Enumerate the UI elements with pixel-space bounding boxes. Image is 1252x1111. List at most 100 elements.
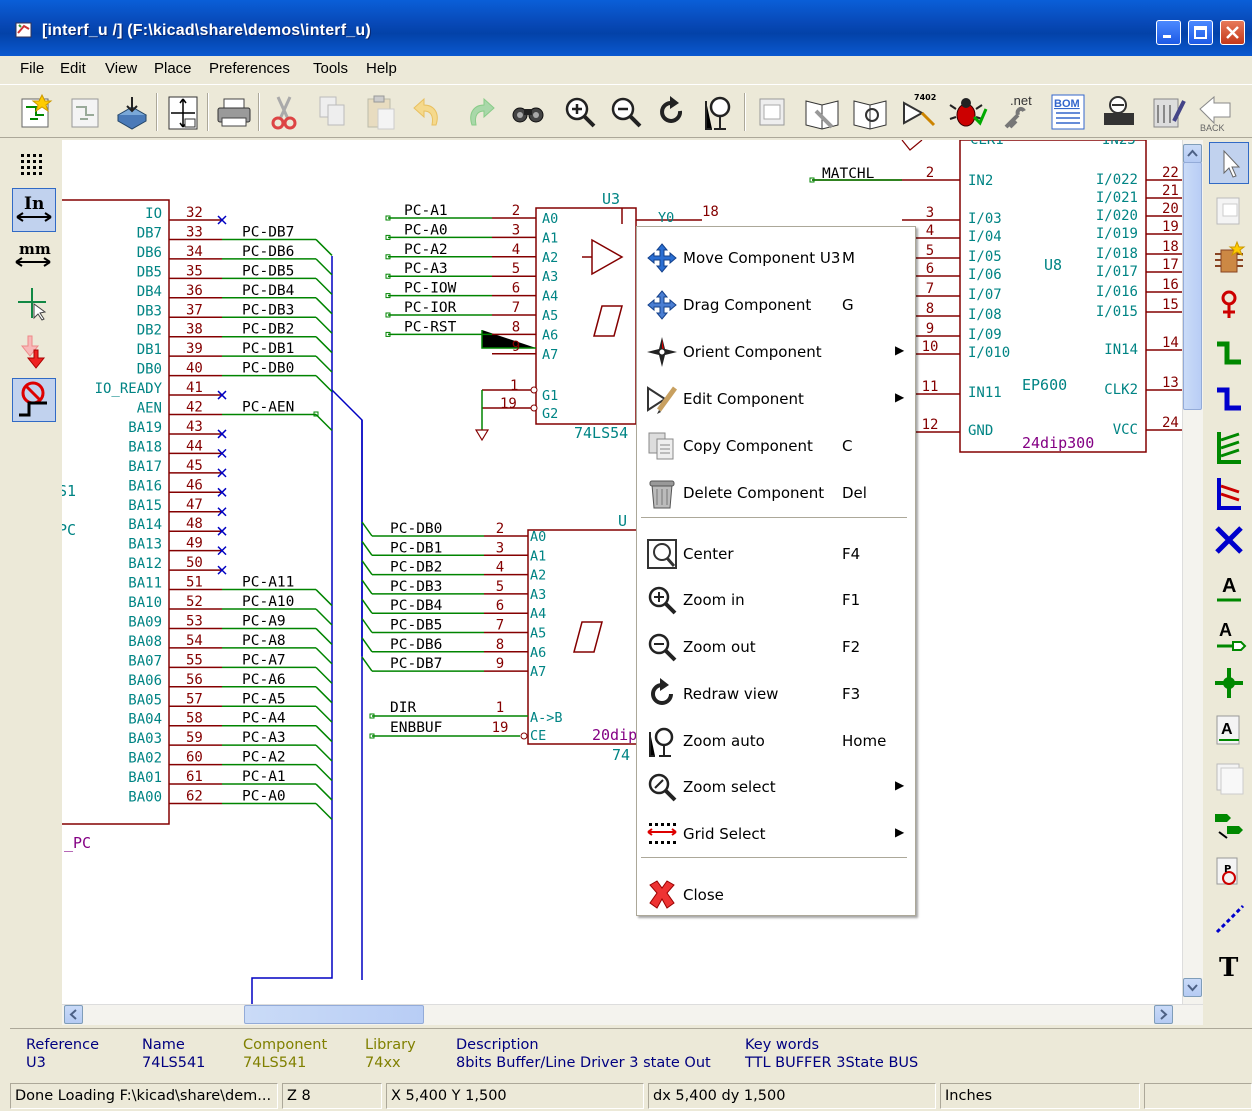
copy-button[interactable] [312,91,352,133]
zoom-out-button[interactable] [606,91,646,133]
vertical-scroll-thumb[interactable] [1183,162,1202,410]
scroll-left-button[interactable] [64,1005,83,1024]
connector-pin-name: BA02 [128,751,162,767]
sheet-pin-icon: P [1216,857,1238,885]
menu-item-zoom-select[interactable]: Zoom select ▶ [637,764,915,808]
find-button[interactable] [508,91,548,133]
horizontal-scrollbar[interactable] [62,1004,1203,1025]
draw-graphic-line-button[interactable] [1209,898,1249,940]
menu-item-move-component-u3[interactable]: Move Component U3 M [637,235,915,279]
library-icon [759,98,785,126]
redo-button[interactable] [460,91,500,133]
zoom-in-button[interactable] [560,91,600,133]
place-junction-button[interactable] [1209,662,1249,704]
paste-button[interactable] [360,91,400,133]
menu-item-delete-component[interactable]: Delete Component Del [637,470,915,514]
undo-button[interactable] [408,91,448,133]
place-hier-label-button[interactable]: A [1209,710,1249,752]
bus-to-bus-button[interactable] [1209,472,1249,514]
module-editor-button[interactable] [850,91,890,133]
close-window-button[interactable] [1220,20,1245,45]
new-hierarchy-button[interactable] [66,91,106,133]
scroll-up-button[interactable] [1183,144,1202,163]
hidden-pins-button[interactable] [12,330,56,374]
import-sheet-pin-button[interactable] [1209,804,1249,846]
menu-item-orient-component[interactable]: Orient Component ▶ [637,329,915,373]
back-button[interactable]: BACK [1196,91,1236,133]
place-sheet-button[interactable] [1209,756,1249,798]
u-lower-pin-number: 4 [496,560,504,576]
zoom-auto-button[interactable] [698,91,738,133]
net-label: PC-A2 [404,242,448,258]
menu-file[interactable]: File [20,60,44,77]
library-editor-button[interactable] [752,91,792,133]
bus-wire-orient-button[interactable] [12,378,56,422]
menu-view[interactable]: View [105,60,137,77]
library-browse-button[interactable] [802,91,842,133]
netlist-label: .net [1010,93,1032,108]
print-button[interactable] [214,91,254,133]
menu-item-edit-component[interactable]: Edit Component ▶ [637,376,915,420]
menu-place[interactable]: Place [154,60,192,77]
menu-item-label: Zoom select [683,778,776,796]
menu-edit[interactable]: Edit [60,60,86,77]
menu-item-center[interactable]: Center F4 [637,531,915,575]
pcbnew-button[interactable] [1148,91,1188,133]
place-global-label-button[interactable]: A [1209,616,1249,658]
place-power-button[interactable] [1209,284,1249,326]
menu-help[interactable]: Help [366,60,397,77]
zoom-auto-icon [649,727,674,757]
u3-out-number: 18 [702,204,719,220]
menu-item-close[interactable]: Close [637,872,915,916]
page-settings-button[interactable] [163,91,203,133]
menu-item-zoom-auto[interactable]: Zoom auto Home [637,718,915,762]
place-label-button[interactable]: A [1209,568,1249,610]
cut-button[interactable] [264,91,304,133]
scroll-right-button[interactable] [1154,1005,1173,1024]
menu-item-copy-component[interactable]: Copy Component C [637,423,915,467]
select-tool-button[interactable] [1209,142,1249,184]
new-schematic-button[interactable] [16,91,56,133]
vertical-scrollbar[interactable] [1182,140,1203,1004]
menu-item-label: Grid Select [683,825,766,843]
save-button[interactable] [112,91,152,133]
place-wire-button[interactable] [1209,332,1249,374]
minimize-button[interactable] [1156,20,1181,45]
menu-item-grid-select[interactable]: Grid Select ▶ [637,811,915,855]
connector-pin-name: BA09 [128,614,162,630]
no-connect-button[interactable] [1209,520,1249,562]
place-component-button[interactable] [1209,238,1249,280]
cursor-shape-button[interactable] [12,282,56,326]
place-text-button[interactable]: T [1209,946,1249,988]
maximize-button[interactable] [1188,20,1213,45]
erc-button[interactable] [948,91,988,133]
cvpcb-button[interactable] [1098,91,1138,133]
u-lower-pin-name: A3 [530,587,546,603]
horizontal-scroll-thumb[interactable] [244,1005,424,1024]
show-grid-button[interactable] [12,144,56,188]
u8-pin-number: 2 [926,165,934,181]
menu-preferences[interactable]: Preferences [209,60,290,77]
menu-item-redraw-view[interactable]: Redraw view F3 [637,671,915,715]
place-sheet-pin-button[interactable]: P [1209,852,1249,894]
edit-icon [647,386,678,414]
units-mm-button[interactable]: mm [12,234,56,278]
redraw-button[interactable] [652,91,692,133]
menu-item-zoom-out[interactable]: Zoom out F2 [637,624,915,668]
wire-to-bus-button[interactable] [1209,426,1249,468]
bom-button[interactable]: BOM [1048,91,1088,133]
annotate-button[interactable]: 7402 [898,91,938,133]
place-bus-button[interactable] [1209,378,1249,420]
netlist-button[interactable]: .net [996,91,1036,133]
hierarchy-nav-button[interactable] [1209,190,1249,232]
menu-item-zoom-in[interactable]: Zoom in F1 [637,577,915,621]
connector-pin-name: BA05 [128,692,162,708]
menu-item-drag-component[interactable]: Drag Component G [637,282,915,326]
units-inch-button[interactable]: In [12,188,56,232]
scroll-down-button[interactable] [1183,978,1202,997]
u-lower-value: 74 [612,746,630,764]
net-label: PC-A3 [242,730,286,746]
schematic-canvas[interactable]: IO 32 DB7 33 PC-DB7 DB6 34 PC-DB6 DB5 35 PC-DB5 DB4… [62,140,1182,1004]
menu-tools[interactable]: Tools [313,60,348,77]
msg-keywords: Key words TTL BUFFER 3State BUS [745,1037,918,1071]
